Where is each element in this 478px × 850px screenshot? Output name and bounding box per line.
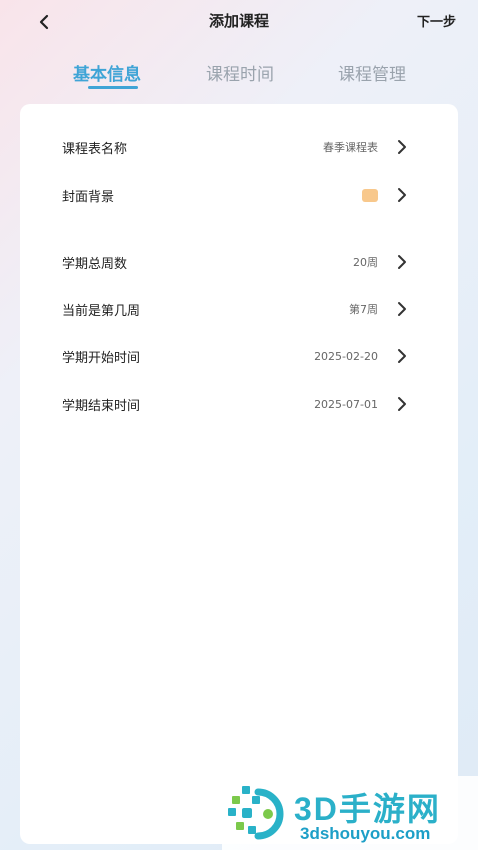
row-value: 第7周 (349, 303, 378, 316)
row-value: 春季课程表 (323, 141, 378, 154)
next-step-button[interactable]: 下一步 (417, 11, 456, 30)
chevron-right-icon (394, 187, 410, 203)
chevron-right-icon (394, 348, 410, 364)
tab-course-management[interactable]: 课程管理 (338, 60, 406, 85)
chevron-right-icon (394, 396, 410, 412)
row-value: 20周 (353, 256, 378, 269)
row-label: 封面背景 (62, 189, 115, 205)
page-title: 添加课程 (208, 12, 269, 30)
site-logo-icon (228, 786, 284, 840)
row-label: 学期总周数 (62, 256, 128, 272)
row-value: 2025-02-20 (314, 349, 378, 363)
tab-basic-info[interactable]: 基本信息 (73, 60, 141, 85)
chevron-right-icon (394, 254, 410, 270)
color-swatch (362, 188, 378, 202)
active-tab-indicator (88, 86, 138, 89)
chevron-right-icon (394, 301, 410, 317)
chevron-right-icon (394, 139, 410, 155)
row-label: 学期结束时间 (62, 398, 141, 414)
watermark-subtitle: 3dshouyou.com (300, 824, 431, 843)
settings-card: 课程表名称 春季课程表 封面背景 学期总周数 20周 当前是第几周 第7周 学期… (20, 104, 458, 844)
watermark: 3D手游网 3dshouyou.com (222, 776, 478, 850)
row-semester-start[interactable]: 学期开始时间 2025-02-20 (20, 336, 458, 376)
row-label: 学期开始时间 (62, 350, 141, 366)
top-bar: 添加课程 下一步 (0, 0, 478, 44)
row-current-week[interactable]: 当前是第几周 第7周 (20, 289, 458, 329)
row-cover-background[interactable]: 封面背景 (20, 175, 458, 215)
row-label: 课程表名称 (62, 141, 128, 157)
tab-course-time[interactable]: 课程时间 (206, 60, 274, 85)
row-schedule-name[interactable]: 课程表名称 春季课程表 (20, 127, 458, 167)
back-button[interactable] (30, 8, 58, 36)
row-label: 当前是第几周 (62, 303, 141, 319)
row-semester-end[interactable]: 学期结束时间 2025-07-01 (20, 384, 458, 424)
chevron-left-icon (39, 14, 49, 30)
row-total-weeks[interactable]: 学期总周数 20周 (20, 242, 458, 282)
tab-bar: 基本信息 课程时间 课程管理 (0, 60, 478, 94)
row-value: 2025-07-01 (314, 397, 378, 411)
